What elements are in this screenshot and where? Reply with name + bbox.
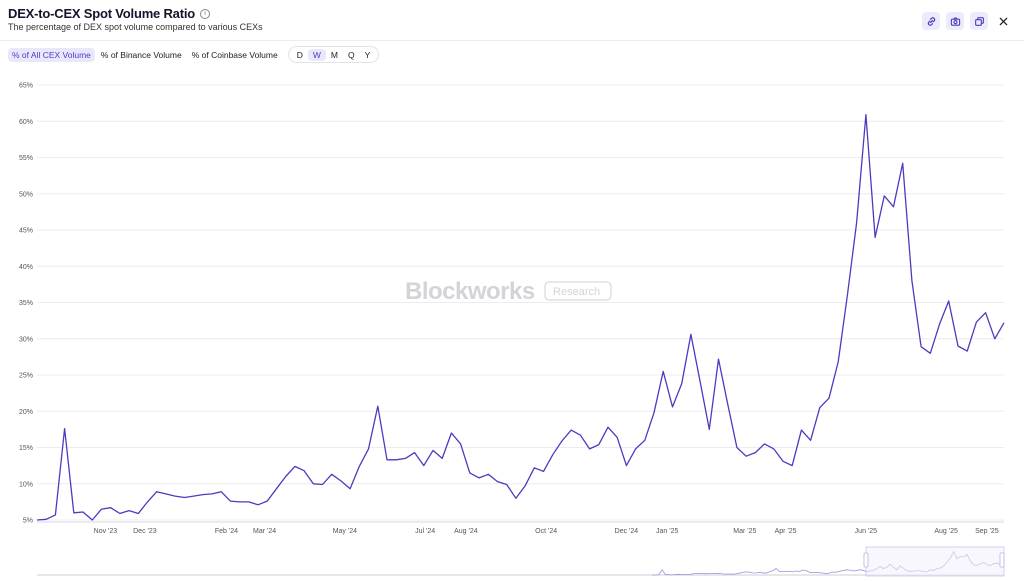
x-tick-label: Feb '24 — [215, 528, 238, 535]
timeframe-y[interactable]: Y — [360, 49, 376, 61]
watermark-badge: Research — [553, 286, 600, 298]
x-tick-label: Sep '25 — [975, 528, 999, 535]
title-row: DEX-to-CEX Spot Volume Ratio i — [8, 6, 263, 21]
timeframe-d[interactable]: D — [292, 49, 308, 61]
x-tick-label: Aug '25 — [934, 528, 958, 535]
y-tick-label: 45% — [19, 228, 33, 235]
tab-coinbase[interactable]: % of Coinbase Volume — [188, 48, 282, 62]
navigator-selection[interactable] — [865, 546, 1005, 577]
close-button[interactable] — [994, 12, 1012, 30]
x-tick-label: Mar '24 — [253, 528, 276, 535]
copy-icon — [974, 16, 984, 26]
x-tick-label: May '24 — [333, 528, 357, 535]
x-tick-label: Jun '25 — [855, 528, 877, 535]
chart-actions — [922, 12, 1012, 30]
link-icon — [927, 16, 935, 26]
copy-button[interactable] — [970, 12, 988, 30]
timeframe-w[interactable]: W — [307, 48, 326, 61]
y-tick-label: 50% — [19, 191, 33, 198]
x-tick-label: Jul '24 — [415, 528, 435, 535]
y-tick-label: 20% — [19, 409, 33, 416]
navigator-right-handle[interactable] — [999, 552, 1005, 568]
x-tick-label: Apr '25 — [775, 528, 797, 535]
x-tick-label: Aug '24 — [454, 528, 478, 535]
screenshot-button[interactable] — [946, 12, 964, 30]
y-tick-label: 15% — [19, 445, 33, 452]
y-tick-label: 40% — [19, 264, 33, 271]
chart-subtitle: The percentage of DEX spot volume compar… — [8, 22, 263, 32]
camera-icon — [950, 16, 960, 26]
y-tick-label: 55% — [19, 155, 33, 162]
timeframe-q[interactable]: Q — [343, 49, 360, 61]
series-line[interactable] — [36, 114, 1005, 521]
range-navigator[interactable] — [37, 546, 1005, 577]
x-tick-label: Mar '25 — [733, 528, 756, 535]
x-tick-label: Dec '24 — [615, 528, 639, 535]
info-icon[interactable]: i — [200, 8, 210, 19]
y-tick-label: 10% — [19, 481, 33, 488]
close-icon — [999, 17, 1007, 25]
watermark: Blockworks Research — [405, 278, 612, 305]
y-tick-label: 60% — [19, 119, 33, 126]
y-axis-labels: 5% 10% 15% 20% 25% 30% 35% 40% 45% 50% 55% 60% 65% — [19, 83, 33, 525]
navigator-left-handle[interactable] — [863, 552, 869, 568]
y-tick-label: 65% — [19, 83, 33, 90]
y-tick-label: 5% — [23, 518, 33, 525]
x-tick-label: Nov '23 — [94, 528, 118, 535]
y-tick-label: 25% — [19, 373, 33, 380]
header-divider — [0, 40, 1024, 41]
link-button[interactable] — [922, 12, 940, 30]
x-tick-label: Jan '25 — [656, 528, 678, 535]
x-axis-labels: Nov '23 Dec '23 Feb '24 Mar '24 May '24 Jul '… — [94, 528, 999, 535]
timeframe-selector: D W M Q Y — [287, 46, 380, 63]
x-tick-label: Oct '24 — [535, 528, 557, 535]
watermark-brand: Blockworks — [405, 278, 535, 305]
chart-toolbar: % of All CEX Volume % of Binance Volume … — [8, 46, 380, 63]
x-tick-label: Dec '23 — [133, 528, 157, 535]
chart-title: DEX-to-CEX Spot Volume Ratio — [8, 6, 195, 21]
line-chart[interactable]: 5% 10% 15% 20% 25% 30% 35% 40% 45% 50% 55% 60% 65% B… — [0, 70, 1024, 581]
y-tick-label: 35% — [19, 300, 33, 307]
timeframe-m[interactable]: M — [326, 49, 343, 61]
tab-binance[interactable]: % of Binance Volume — [97, 48, 186, 62]
chart-header: DEX-to-CEX Spot Volume Ratio i The perce… — [8, 6, 263, 32]
tab-all-cex[interactable]: % of All CEX Volume — [8, 47, 95, 62]
y-tick-label: 30% — [19, 336, 33, 343]
